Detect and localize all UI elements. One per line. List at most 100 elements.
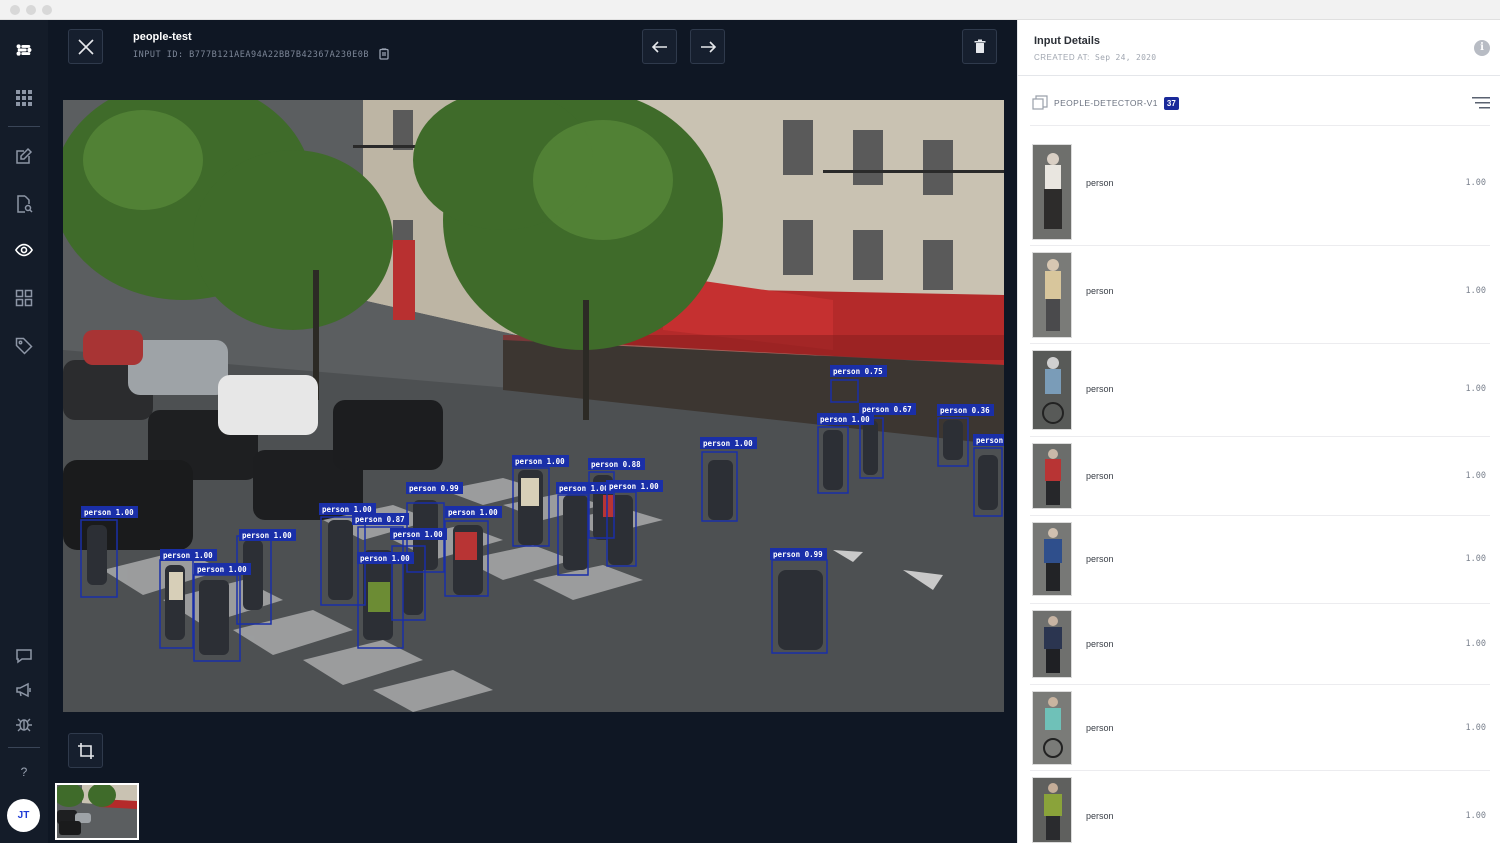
prediction-score: 1.00 bbox=[1465, 811, 1486, 821]
detection-label: person 1.00 bbox=[242, 531, 292, 540]
prediction-label: person bbox=[1086, 471, 1114, 481]
prediction-label: person bbox=[1086, 723, 1114, 733]
input-title: people-test bbox=[133, 31, 192, 43]
window-close-dot[interactable] bbox=[10, 5, 20, 15]
bug-icon[interactable] bbox=[14, 714, 34, 734]
chat-icon[interactable] bbox=[14, 646, 34, 666]
street-scene: person 1.00 person 1.00 person 1.00 pers… bbox=[63, 100, 1004, 712]
prediction-label: person bbox=[1086, 384, 1114, 394]
info-icon[interactable]: i bbox=[1474, 40, 1490, 56]
prediction-thumbnail bbox=[1032, 350, 1072, 430]
prediction-score: 1.00 bbox=[1465, 554, 1486, 564]
detection-label: person 1.00 bbox=[163, 551, 213, 560]
prediction-row[interactable]: person 1.00 bbox=[1030, 685, 1490, 771]
detection-label: person 1.00 bbox=[448, 508, 498, 517]
prediction-row[interactable]: person 1.00 bbox=[1030, 604, 1490, 685]
close-button[interactable] bbox=[68, 29, 103, 64]
prediction-thumbnail bbox=[1032, 522, 1072, 596]
prediction-thumbnail bbox=[1032, 777, 1072, 843]
user-avatar[interactable]: JT bbox=[7, 799, 40, 832]
edit-icon[interactable] bbox=[14, 146, 34, 166]
trash-icon bbox=[974, 39, 985, 53]
prediction-row[interactable]: person 1.00 bbox=[1030, 140, 1490, 246]
detection-label: person 1.00 bbox=[820, 415, 870, 424]
detection-label: person 1.00 bbox=[703, 439, 753, 448]
file-search-icon[interactable] bbox=[14, 194, 34, 214]
prediction-score: 1.00 bbox=[1465, 471, 1486, 481]
input-details-panel: Input Details CREATED AT: Sep 24, 2020 i… bbox=[1017, 20, 1500, 843]
prediction-thumbnail bbox=[1032, 252, 1072, 338]
arrow-left-icon bbox=[651, 40, 667, 53]
filter-icon[interactable] bbox=[1472, 96, 1490, 110]
eye-icon[interactable] bbox=[14, 240, 34, 260]
tag-icon[interactable] bbox=[14, 336, 34, 356]
input-id: INPUT ID: B777B121AEA94A22BB7B42367A230E… bbox=[133, 50, 369, 60]
prediction-score: 1.00 bbox=[1465, 723, 1486, 733]
nav-divider bbox=[8, 747, 40, 748]
prediction-thumbnail bbox=[1032, 144, 1072, 240]
prediction-label: person bbox=[1086, 554, 1114, 564]
megaphone-icon[interactable] bbox=[14, 680, 34, 700]
window-titlebar bbox=[0, 0, 1500, 20]
logo-icon[interactable] bbox=[14, 40, 34, 60]
prediction-row[interactable]: person 1.00 bbox=[1030, 437, 1490, 516]
detection-label: person 0.99 bbox=[409, 484, 459, 493]
prediction-row[interactable]: person 1.00 bbox=[1030, 246, 1490, 344]
prediction-label: person bbox=[1086, 286, 1114, 296]
detection-label: person 1.00 bbox=[515, 457, 565, 466]
next-input-button[interactable] bbox=[690, 29, 725, 64]
previous-input-button[interactable] bbox=[642, 29, 677, 64]
arrow-right-icon bbox=[700, 40, 716, 53]
prediction-score: 1.00 bbox=[1465, 639, 1486, 649]
detection-label: person 0.99 bbox=[773, 550, 823, 559]
prediction-label: person bbox=[1086, 639, 1114, 649]
window-minimize-dot[interactable] bbox=[26, 5, 36, 15]
header-divider bbox=[1018, 75, 1500, 76]
apps-grid-icon[interactable] bbox=[14, 88, 34, 108]
detection-label: person 0.87 bbox=[355, 515, 405, 524]
created-at: CREATED AT: Sep 24, 2020 bbox=[1034, 53, 1156, 62]
thumbnail-image bbox=[57, 785, 137, 838]
created-at-label: CREATED AT: bbox=[1034, 53, 1090, 62]
prediction-row[interactable]: person 1.00 bbox=[1030, 516, 1490, 604]
prediction-score: 1.00 bbox=[1465, 178, 1486, 188]
detection-label: person 1.00 bbox=[609, 482, 659, 491]
detection-label: person 1.00 bbox=[559, 484, 609, 493]
image-viewer: people-test INPUT ID: B777B121AEA94A22BB… bbox=[48, 20, 1017, 843]
delete-button[interactable] bbox=[962, 29, 997, 64]
detection-label: person 1.00 bbox=[84, 508, 134, 517]
prediction-thumbnail bbox=[1032, 691, 1072, 765]
copy-icon[interactable] bbox=[378, 48, 390, 60]
prediction-row[interactable]: person 1.00 bbox=[1030, 344, 1490, 437]
input-thumbnail[interactable] bbox=[55, 783, 139, 840]
model-count-badge: 37 bbox=[1163, 96, 1179, 110]
detection-label: person 0.36 bbox=[940, 406, 990, 415]
prediction-score: 1.00 bbox=[1465, 384, 1486, 394]
detection-label: person 1.00 bbox=[197, 565, 247, 574]
dashboard-icon[interactable] bbox=[14, 288, 34, 308]
help-button[interactable]: ? bbox=[14, 762, 34, 782]
detection-label: person 0 bbox=[976, 436, 1004, 445]
prediction-thumbnail bbox=[1032, 610, 1072, 678]
close-icon bbox=[77, 38, 94, 55]
created-at-value: Sep 24, 2020 bbox=[1095, 53, 1157, 62]
panel-title: Input Details bbox=[1034, 35, 1101, 47]
model-selector[interactable]: PEOPLE-DETECTOR-V1 37 bbox=[1032, 94, 1179, 112]
prediction-label: person bbox=[1086, 811, 1114, 821]
detection-label: person 0.88 bbox=[591, 460, 641, 469]
crop-icon bbox=[77, 742, 94, 759]
nav-divider bbox=[8, 126, 40, 127]
crop-button[interactable] bbox=[68, 733, 103, 768]
detection-label: person 0.67 bbox=[862, 405, 912, 414]
prediction-row[interactable]: person 1.00 bbox=[1030, 771, 1490, 843]
detection-label: person 1.00 bbox=[322, 505, 372, 514]
model-stack-icon bbox=[1032, 95, 1048, 110]
detection-label: person 1.00 bbox=[360, 554, 410, 563]
window-maximize-dot[interactable] bbox=[42, 5, 52, 15]
prediction-label: person bbox=[1086, 178, 1114, 188]
model-divider bbox=[1030, 125, 1490, 126]
model-name: PEOPLE-DETECTOR-V1 bbox=[1054, 98, 1158, 108]
left-nav: ? JT bbox=[0, 20, 48, 843]
input-image[interactable]: person 1.00 person 1.00 person 1.00 pers… bbox=[63, 100, 1004, 712]
detection-label: person 1.00 bbox=[393, 530, 443, 539]
